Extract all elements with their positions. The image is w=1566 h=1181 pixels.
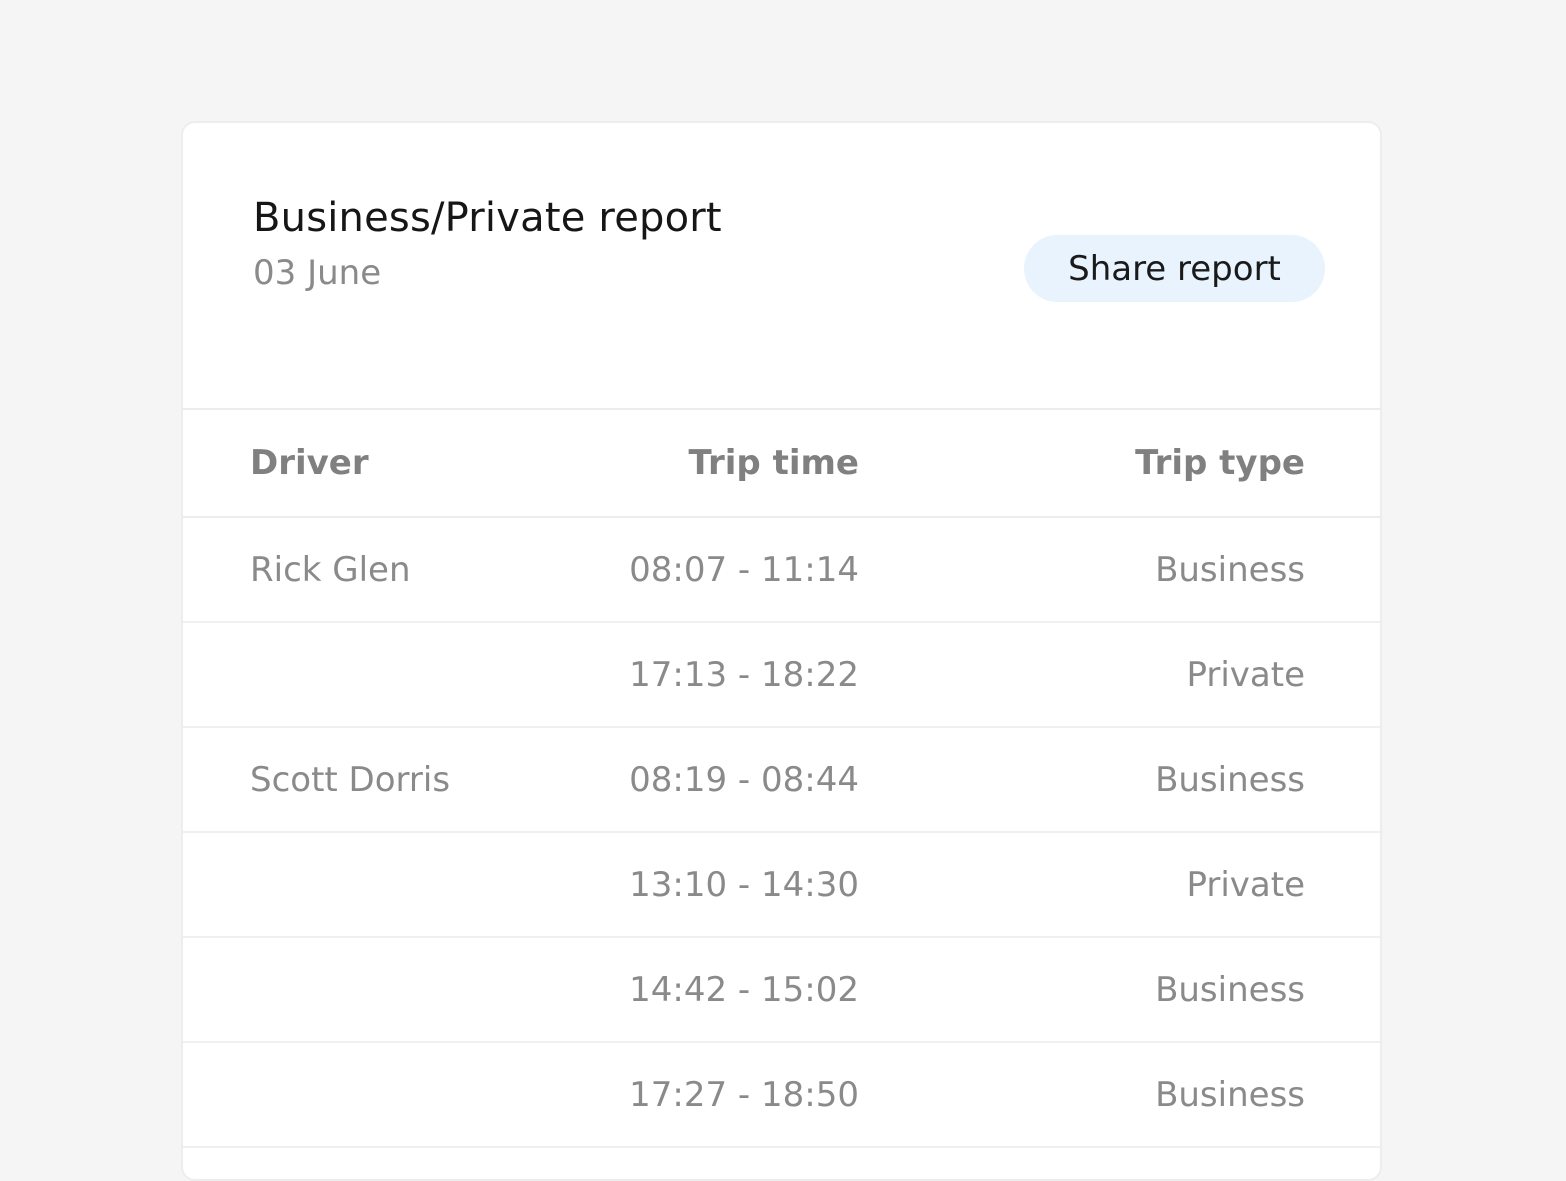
table-row[interactable]: 17:13 - 18:22 Private bbox=[183, 623, 1380, 728]
column-header-trip-type[interactable]: Trip type bbox=[1135, 443, 1305, 483]
trip-type-cell: Business bbox=[1155, 759, 1305, 800]
trip-time-cell: 17:27 - 18:50 bbox=[629, 1074, 859, 1115]
column-header-trip-time[interactable]: Trip time bbox=[689, 443, 859, 483]
share-report-button[interactable]: Share report bbox=[1024, 235, 1325, 302]
table-header-row: Driver Trip time Trip type bbox=[183, 410, 1380, 518]
driver-cell: Scott Dorris bbox=[250, 759, 451, 800]
trip-type-cell: Business bbox=[1155, 1074, 1305, 1115]
trip-time-cell: 08:07 - 11:14 bbox=[629, 549, 859, 590]
table-row[interactable]: 17:27 - 18:50 Business bbox=[183, 1043, 1380, 1148]
trip-time-cell: 14:42 - 15:02 bbox=[629, 969, 859, 1010]
table-row[interactable]: 14:42 - 15:02 Business bbox=[183, 938, 1380, 1043]
trip-type-cell: Private bbox=[1186, 864, 1305, 905]
trip-type-cell: Private bbox=[1186, 654, 1305, 695]
trip-time-cell: 08:19 - 08:44 bbox=[629, 759, 859, 800]
report-card: Business/Private report 03 June Share re… bbox=[181, 121, 1382, 1181]
table-row[interactable]: 13:10 - 14:30 Private bbox=[183, 833, 1380, 938]
trip-time-cell: 13:10 - 14:30 bbox=[629, 864, 859, 905]
report-header: Business/Private report 03 June Share re… bbox=[183, 123, 1380, 410]
table-row[interactable]: Scott Dorris 08:19 - 08:44 Business bbox=[183, 728, 1380, 833]
trip-type-cell: Business bbox=[1155, 549, 1305, 590]
trip-time-cell: 17:13 - 18:22 bbox=[629, 654, 859, 695]
trip-type-cell: Business bbox=[1155, 969, 1305, 1010]
report-title: Business/Private report bbox=[253, 195, 722, 241]
table-row[interactable]: Rick Glen 08:07 - 11:14 Business bbox=[183, 518, 1380, 623]
column-header-driver[interactable]: Driver bbox=[250, 443, 369, 483]
report-date: 03 June bbox=[253, 253, 382, 293]
driver-cell: Rick Glen bbox=[250, 549, 411, 590]
